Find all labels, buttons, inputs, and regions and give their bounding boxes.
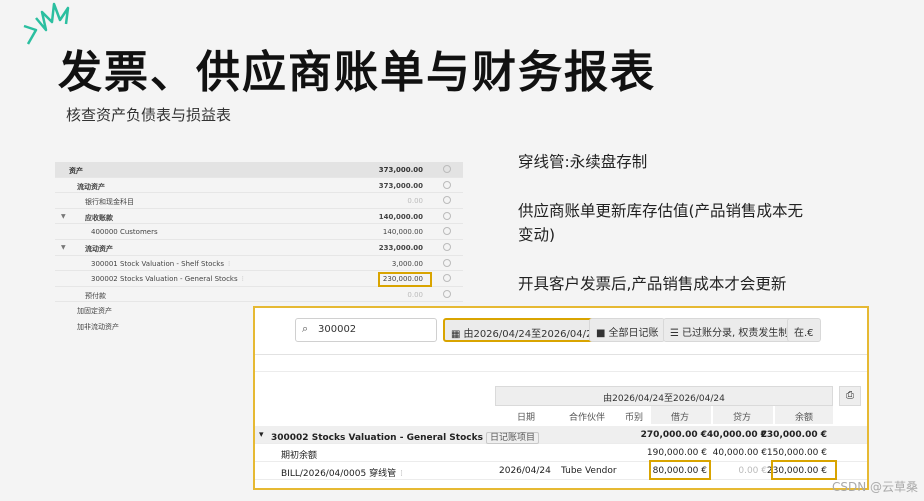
bs-row-receivables[interactable]: ▼ 应收账款 140,000.00 [55, 209, 463, 225]
info-icon [443, 242, 451, 251]
highlight-debit [649, 460, 711, 480]
note-vendor-bill-2: 变动) [518, 226, 556, 244]
collapse-arrow-icon[interactable]: ▼ [61, 213, 66, 220]
bs-row-prepayments[interactable]: 预付款 0.00 [55, 287, 463, 303]
search-icon: ⌕ [302, 322, 309, 335]
bs-row-assets[interactable]: 资产 373,000.00 [55, 162, 463, 178]
currency-filter-button[interactable]: 在.€ [787, 318, 821, 342]
bs-row-customers[interactable]: 400000 Customers 140,000.00 [55, 224, 463, 240]
col-credit[interactable]: 贷方 [733, 410, 751, 423]
divider [255, 371, 867, 372]
book-icon: ■ [596, 328, 606, 339]
period-header: 由2026/04/24至2026/04/24 [495, 386, 833, 406]
note-vendor-bill-1: 供应商账单更新库存估值(产品销售成本无 [518, 202, 804, 220]
info-icon [443, 165, 451, 173]
divider [255, 354, 867, 355]
bs-row-bank-cash[interactable]: 银行和现金科目 0.00 [55, 193, 463, 209]
date-filter-button[interactable]: ▦ 由2026/04/24至2026/04/24 [443, 318, 607, 342]
page-title: 发票、供应商账单与财务报表 [58, 47, 656, 98]
page-subtitle: 核查资产负债表与损益表 [66, 106, 232, 124]
collapse-arrow-icon[interactable]: ▼ [61, 244, 66, 251]
watermark: CSDN @云草桑 [831, 480, 918, 494]
info-icon [443, 196, 451, 205]
info-icon [443, 227, 451, 236]
col-currency[interactable]: 币别 [625, 410, 643, 423]
highlight-balance [771, 460, 837, 480]
info-icon [443, 180, 451, 189]
search-input[interactable]: ⌕ 300002 [295, 318, 437, 342]
ledger-group-row[interactable]: ▾ 300002 Stocks Valuation - General Stoc… [255, 426, 867, 444]
info-icon [443, 274, 451, 283]
calendar-icon: ▦ [451, 329, 461, 340]
separator-mark: ⁞ [241, 275, 244, 284]
col-date[interactable]: 日期 [517, 410, 535, 423]
bs-row-shelf-stocks[interactable]: 300001 Stock Valuation - Shelf Stocks ⁞ 3… [55, 256, 463, 272]
print-icon[interactable]: ⎙ [839, 386, 861, 406]
info-icon [443, 258, 451, 267]
info-icon [443, 289, 451, 298]
bs-row-current-assets[interactable]: 流动资产 373,000.00 [55, 178, 463, 194]
col-partner[interactable]: 合作伙伴 [569, 410, 605, 423]
note-customer-invoice: 开具客户发票后,产品销售成本才会更新 [518, 275, 787, 293]
journals-filter-button[interactable]: ■ 全部日记账 [589, 318, 666, 342]
sliders-icon: ☰ [670, 328, 679, 339]
general-ledger-panel: ⌕ 300002 ▦ 由2026/04/24至2026/04/24 ■ 全部日记账 … [253, 306, 869, 490]
highlight-general-stocks [378, 272, 432, 287]
separator-mark: ⁞ [400, 469, 403, 479]
separator-mark: ⁞ [227, 259, 231, 268]
options-filter-button[interactable]: ☰ 已过账分录, 权责发生制 [663, 318, 796, 342]
collapse-arrow-icon[interactable]: ▾ [259, 430, 264, 440]
col-debit[interactable]: 借方 [671, 410, 689, 423]
bs-row-current-assets-2[interactable]: ▼ 流动资产 233,000.00 [55, 240, 463, 256]
note-perpetual-inventory: 穿线管:永续盘存制 [518, 153, 648, 171]
info-icon [443, 211, 451, 220]
col-balance[interactable]: 余额 [795, 410, 813, 423]
journal-items-tag[interactable]: 日记账项目 [485, 432, 539, 444]
